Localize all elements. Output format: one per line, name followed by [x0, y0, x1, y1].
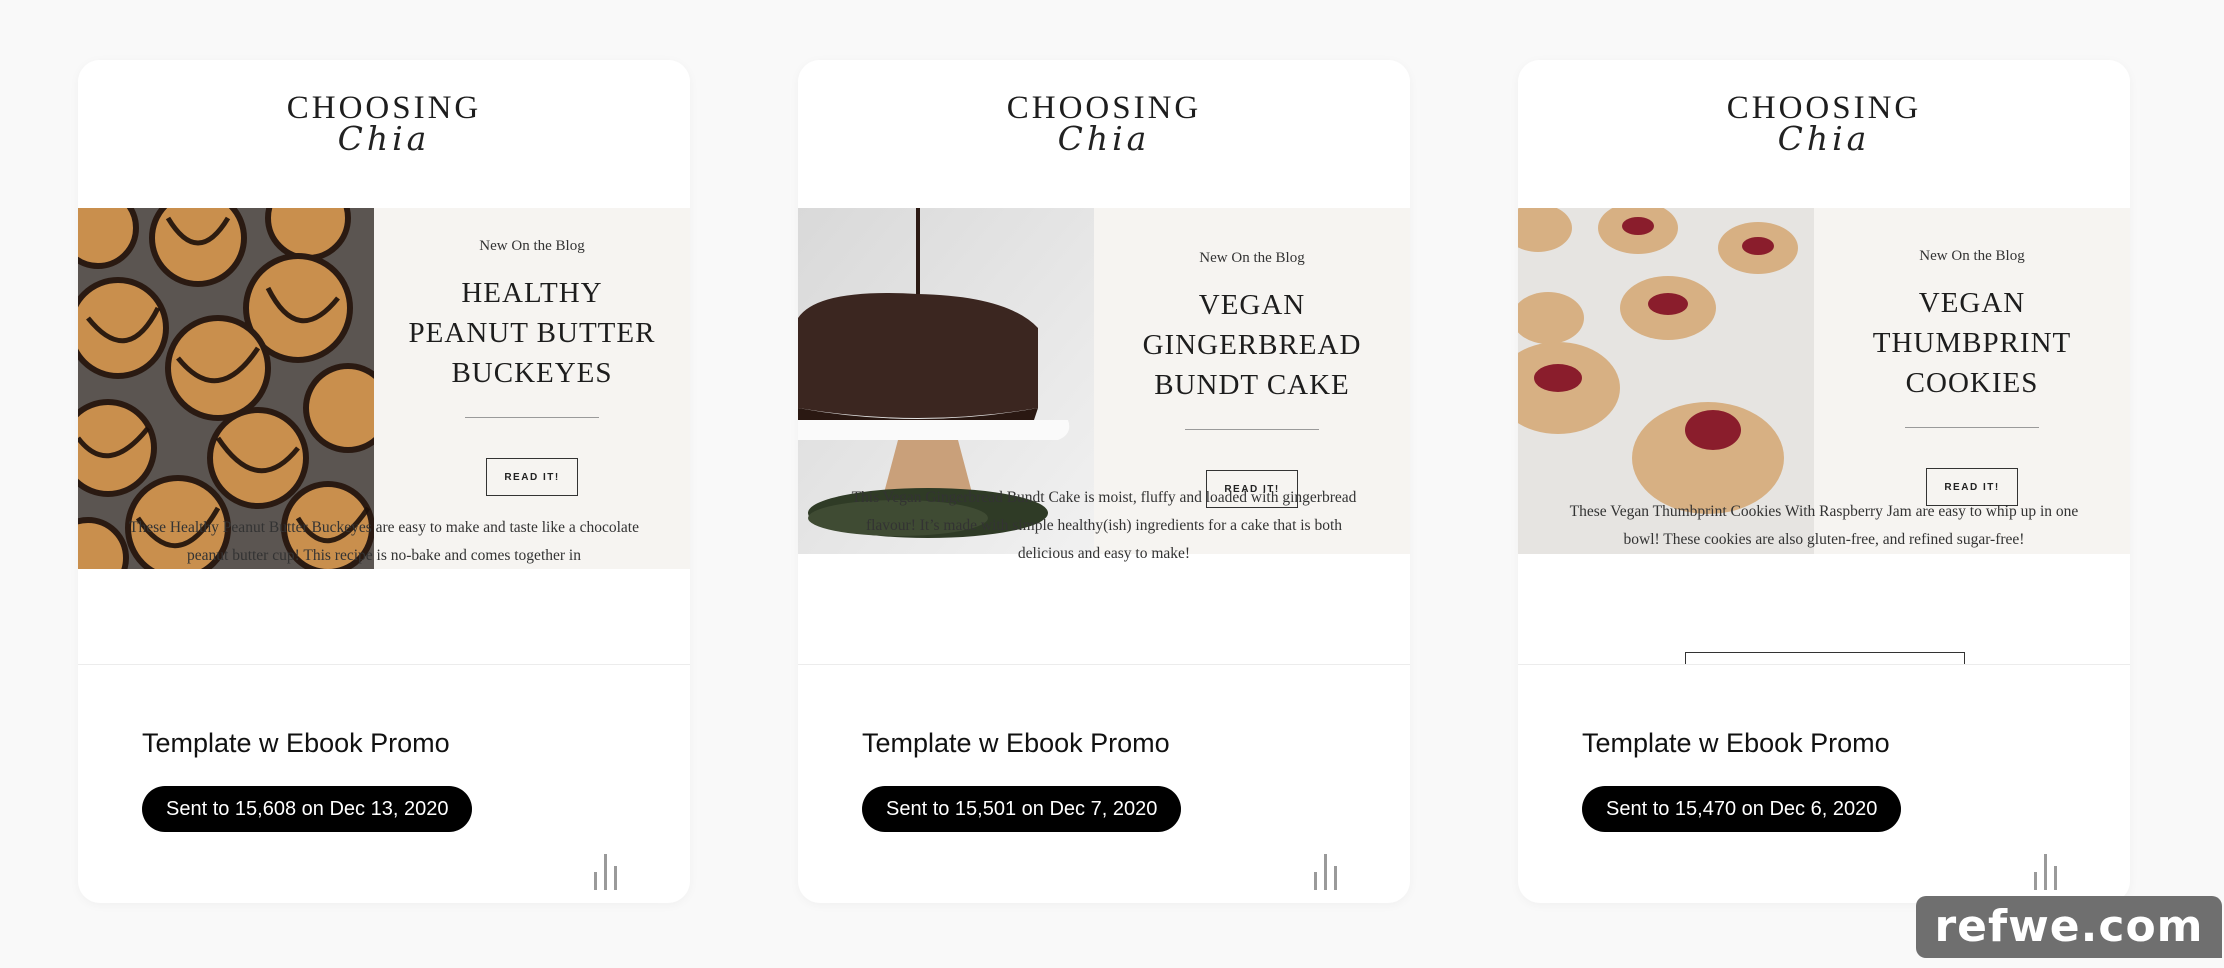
post-excerpt: This Vegan Gingerbread Bundt Cake is moi… [851, 489, 1357, 562]
sent-status-badge: Sent to 15,470 on Dec 6, 2020 [1582, 786, 1902, 832]
watermark: refwe.com [1916, 896, 2222, 958]
email-preview[interactable]: CHOOSING Chia [78, 60, 690, 665]
read-it-button[interactable]: READ IT! [486, 458, 578, 496]
brand-logo: CHOOSING Chia [1518, 90, 2130, 158]
post-kicker: New On the Blog [1199, 250, 1305, 266]
bar-chart-icon[interactable] [2034, 854, 2058, 890]
template-name: Template w Ebook Promo [862, 728, 1170, 758]
post-kicker: New On the Blog [479, 238, 585, 254]
logo-script: Chia [337, 119, 431, 158]
logo-script: Chia [1057, 119, 1151, 158]
divider [1185, 429, 1319, 430]
brand-logo: CHOOSING Chia [798, 90, 1410, 158]
template-name: Template w Ebook Promo [1582, 728, 1890, 758]
email-preview[interactable]: CHOOSING Chia [1518, 60, 2130, 665]
post-title: VEGAN GINGERBREAD BUNDT CAKE [1142, 289, 1362, 401]
bar-chart-icon[interactable] [594, 854, 618, 890]
bar-chart-icon[interactable] [1314, 854, 1338, 890]
campaign-card[interactable]: CHOOSING Chia [798, 60, 1410, 903]
campaign-card[interactable]: CHOOSING Chia [78, 60, 690, 903]
campaign-card[interactable]: CHOOSING Chia [1518, 60, 2130, 903]
template-name: Template w Ebook Promo [142, 728, 450, 758]
post-title: VEGAN THUMBPRINT COOKIES [1872, 287, 2072, 399]
sent-status-badge: Sent to 15,608 on Dec 13, 2020 [142, 786, 473, 832]
logo-script: Chia [1777, 119, 1871, 158]
divider [465, 417, 599, 418]
email-button-partial [1685, 652, 1965, 664]
sent-status-badge: Sent to 15,501 on Dec 7, 2020 [862, 786, 1182, 832]
divider [1905, 427, 2039, 428]
post-kicker: New On the Blog [1919, 248, 2025, 264]
email-preview[interactable]: CHOOSING Chia [798, 60, 1410, 665]
brand-logo: CHOOSING Chia [78, 90, 690, 158]
post-title: HEALTHY PEANUT BUTTER BUCKEYES [408, 277, 656, 389]
post-excerpt: These Healthy Peanut Butter Buckeyes are… [128, 519, 639, 564]
post-excerpt: These Vegan Thumbprint Cookies With Rasp… [1569, 503, 2079, 548]
